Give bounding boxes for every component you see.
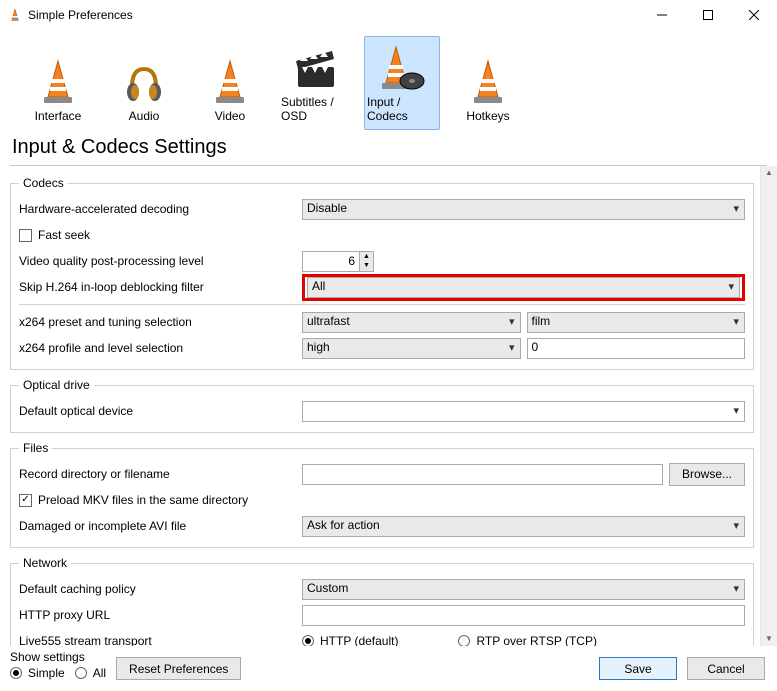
damaged-avi-label: Damaged or incomplete AVI file — [19, 519, 294, 533]
fast-seek-label: Fast seek — [38, 228, 90, 242]
optical-device-select[interactable] — [302, 401, 745, 422]
radio-icon — [10, 667, 22, 679]
radio-icon — [75, 667, 87, 679]
skip-deblock-label: Skip H.264 in-loop deblocking filter — [19, 280, 294, 294]
proxy-label: HTTP proxy URL — [19, 608, 294, 622]
checkbox-icon: ✓ — [19, 494, 32, 507]
proxy-input[interactable] — [302, 605, 745, 626]
x264-level-input[interactable]: 0 — [527, 338, 746, 359]
settings-panel: Codecs Hardware-accelerated decoding Dis… — [0, 166, 760, 646]
cone-disc-icon — [378, 41, 426, 91]
app-icon — [8, 8, 22, 22]
vertical-scrollbar[interactable]: ▲ ▼ — [760, 166, 777, 646]
spin-down-icon[interactable]: ▼ — [360, 261, 373, 271]
caching-select[interactable]: Custom — [302, 579, 745, 600]
optical-device-label: Default optical device — [19, 404, 294, 418]
group-optical-legend: Optical drive — [19, 378, 94, 392]
radio-icon — [458, 635, 470, 646]
live555-http-radio[interactable]: HTTP (default) — [302, 634, 398, 646]
show-all-radio[interactable]: All — [75, 666, 106, 680]
preload-mkv-checkbox[interactable]: ✓ Preload MKV files in the same director… — [19, 493, 248, 507]
group-network: Network Default caching policy Custom HT… — [10, 556, 754, 646]
tab-subtitles[interactable]: Subtitles / OSD — [278, 36, 354, 130]
show-simple-radio[interactable]: Simple — [10, 666, 65, 680]
clapperboard-icon — [292, 41, 340, 91]
tab-input-label: Input / Codecs — [367, 95, 437, 123]
group-optical: Optical drive Default optical device — [10, 378, 754, 433]
scroll-up-icon[interactable]: ▲ — [761, 166, 777, 180]
x264-preset-label: x264 preset and tuning selection — [19, 315, 294, 329]
bottom-bar: Show settings Simple All Reset Preferenc… — [0, 646, 777, 688]
live555-label: Live555 stream transport — [19, 634, 294, 646]
tab-audio-label: Audio — [129, 109, 160, 123]
save-button[interactable]: Save — [599, 657, 677, 680]
headphones-icon — [122, 55, 166, 105]
x264-preset-select[interactable]: ultrafast — [302, 312, 521, 333]
record-dir-label: Record directory or filename — [19, 467, 294, 481]
window-title: Simple Preferences — [28, 8, 639, 22]
scroll-down-icon[interactable]: ▼ — [761, 632, 777, 646]
tab-hotkeys[interactable]: Hotkeys — [450, 36, 526, 130]
minimize-button[interactable] — [639, 0, 685, 30]
show-simple-label: Simple — [28, 666, 65, 680]
vq-label: Video quality post-processing level — [19, 254, 294, 268]
group-files: Files Record directory or filename Brows… — [10, 441, 754, 548]
damaged-avi-select[interactable]: Ask for action — [302, 516, 745, 537]
x264-profile-select[interactable]: high — [302, 338, 521, 359]
fast-seek-checkbox[interactable]: Fast seek — [19, 228, 90, 242]
cone-icon — [210, 55, 250, 105]
vq-spinbox[interactable]: 6 ▲ ▼ — [302, 251, 374, 272]
preload-mkv-label: Preload MKV files in the same directory — [38, 493, 248, 507]
group-codecs-legend: Codecs — [19, 176, 68, 190]
x264-profile-label: x264 profile and level selection — [19, 341, 294, 355]
x264-tuning-select[interactable]: film — [527, 312, 746, 333]
reset-preferences-button[interactable]: Reset Preferences — [116, 657, 241, 680]
show-settings-label: Show settings — [10, 650, 106, 664]
vq-value: 6 — [303, 252, 359, 271]
tab-video[interactable]: Video — [192, 36, 268, 130]
record-dir-input[interactable] — [302, 464, 663, 485]
live555-rtp-label: RTP over RTSP (TCP) — [476, 634, 596, 646]
hw-decode-select[interactable]: Disable — [302, 199, 745, 220]
live555-rtp-radio[interactable]: RTP over RTSP (TCP) — [458, 634, 596, 646]
caching-label: Default caching policy — [19, 582, 294, 596]
divider — [19, 304, 745, 305]
group-codecs: Codecs Hardware-accelerated decoding Dis… — [10, 176, 754, 370]
live555-http-label: HTTP (default) — [320, 634, 398, 646]
tab-interface[interactable]: Interface — [20, 36, 96, 130]
group-network-legend: Network — [19, 556, 71, 570]
radio-icon — [302, 635, 314, 646]
tab-hotkeys-label: Hotkeys — [466, 109, 509, 123]
page-title: Input & Codecs Settings — [0, 130, 777, 163]
cone-icon — [38, 55, 78, 105]
show-all-label: All — [93, 666, 106, 680]
maximize-button[interactable] — [685, 0, 731, 30]
category-tabs: Interface Audio Video — [0, 30, 777, 130]
cancel-button[interactable]: Cancel — [687, 657, 765, 680]
group-files-legend: Files — [19, 441, 52, 455]
hw-decode-label: Hardware-accelerated decoding — [19, 202, 294, 216]
tab-audio[interactable]: Audio — [106, 36, 182, 130]
tab-video-label: Video — [215, 109, 245, 123]
browse-button[interactable]: Browse... — [669, 463, 745, 486]
skip-deblock-select[interactable]: All — [307, 277, 740, 298]
title-bar: Simple Preferences — [0, 0, 777, 30]
tab-input-codecs[interactable]: Input / Codecs — [364, 36, 440, 130]
tab-subtitles-label: Subtitles / OSD — [281, 95, 351, 123]
cone-icon — [468, 55, 508, 105]
checkbox-icon — [19, 229, 32, 242]
close-button[interactable] — [731, 0, 777, 30]
spin-up-icon[interactable]: ▲ — [360, 252, 373, 262]
tab-interface-label: Interface — [35, 109, 82, 123]
